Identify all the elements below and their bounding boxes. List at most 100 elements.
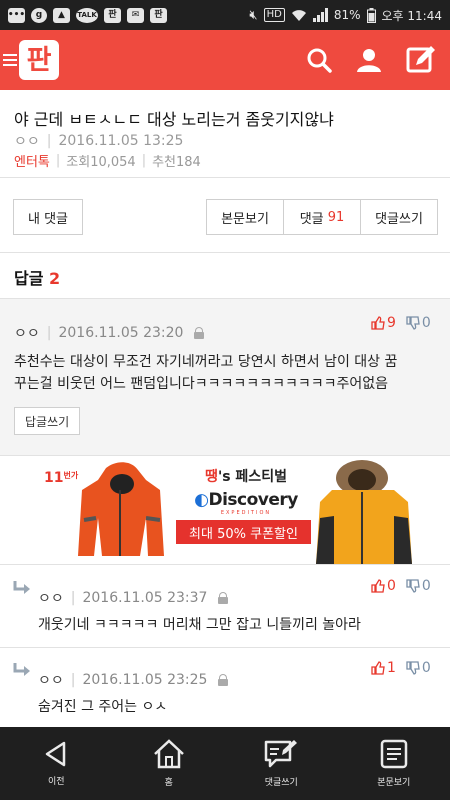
clock: 오후 11:44 [381, 8, 442, 23]
comment-body: 숨겨진 그 주어는 ㅇㅅ [38, 699, 168, 715]
document-icon [380, 739, 407, 769]
ad-banner[interactable]: 11번가 땡's 페스티벌 ◐Discovery EXPEDITION 최대 5… [0, 456, 450, 564]
nav-write-comment-label: 댓글쓰기 [264, 778, 298, 788]
comment-votes: 0 0 [371, 578, 431, 594]
upvote-button[interactable]: 1 [371, 660, 396, 676]
post-stats: 엔터톡 | 조회10,054 | 추천184 [14, 151, 201, 170]
upvote-count: 0 [387, 578, 396, 594]
comment-author[interactable]: ㅇㅇ [38, 588, 64, 608]
lock-icon [218, 674, 229, 686]
write-comment-button[interactable]: 댓글쓰기 [361, 200, 437, 234]
thumbs-down-icon [406, 316, 420, 330]
orange-jacket-image [78, 462, 164, 556]
post-title: 야 근데 ㅂㅌㅅㄴㄷ 대상 노리는거 좀웃기지않냐 [14, 110, 334, 129]
replies-header: 답글 2 [14, 265, 60, 289]
nav-back-label: 이전 [47, 777, 65, 787]
search-icon[interactable] [306, 47, 332, 73]
comment-author[interactable]: ㅇㅇ [38, 670, 64, 690]
view-post-button[interactable]: 본문보기 [207, 200, 284, 234]
upvote-button[interactable]: 0 [371, 578, 396, 594]
menu-icon[interactable] [3, 54, 17, 66]
nav-write-comment-button[interactable]: 댓글쓰기 [225, 727, 338, 800]
upvote-count: 1 [387, 660, 396, 676]
post-category[interactable]: 엔터톡 [14, 151, 50, 170]
post-action-buttons: 본문보기 댓글 91 댓글쓰기 [206, 199, 438, 235]
downvote-button[interactable]: 0 [406, 578, 431, 594]
comments-button[interactable]: 댓글 91 [284, 200, 361, 234]
status-bar: ••• g ▲ TALK 판 ✉ 판 🔇︎ HD 81% 오후 11:44 [0, 0, 450, 30]
ad-11-number: 11 [44, 470, 64, 486]
pan-icon-2: 판 [150, 7, 167, 23]
ad-11st-logo: 11번가 [44, 470, 78, 486]
comment-votes: 1 0 [371, 660, 431, 676]
nav-home-button[interactable]: 홈 [113, 727, 226, 800]
thumbs-up-icon [371, 661, 385, 675]
signal-icon [312, 8, 328, 22]
comment-meta: ㅇㅇ | 2016.11.05 23:25 [38, 670, 229, 690]
reply-arrow-icon [13, 581, 30, 594]
message-icon: ••• [8, 7, 25, 23]
ad-discovery-logo: ◐Discovery [194, 490, 298, 510]
downvote-button[interactable]: 0 [406, 660, 431, 676]
comment-datetime: 2016.11.05 23:37 [82, 590, 208, 606]
separator: | [46, 325, 52, 341]
comment-author[interactable]: ㅇㅇ [14, 323, 40, 343]
downvote-count: 0 [421, 660, 431, 676]
parent-comment: ㅇㅇ | 2016.11.05 23:20 9 0 추천수는 대상이 무조건 자… [0, 298, 450, 456]
wifi-icon [291, 9, 306, 21]
comment-meta: ㅇㅇ | 2016.11.05 23:37 [38, 588, 229, 608]
reply-arrow-icon [13, 663, 30, 676]
comment-meta: ㅇㅇ | 2016.11.05 23:20 [14, 323, 205, 343]
compose-icon[interactable] [406, 45, 436, 75]
separator: | [70, 672, 76, 688]
comment-line: 꾸는걸 비웃던 어느 팬덤입니다ㅋㅋㅋㅋㅋㅋㅋㅋㅋㅋㅋ주어없음 [14, 376, 388, 392]
comment-write-icon [265, 740, 298, 768]
g-icon: g [31, 7, 47, 23]
divider [0, 252, 450, 253]
comment-body: 개웃기네 ㅋㅋㅋㅋㅋ 머리채 그만 잡고 니들끼리 놀아라 [38, 617, 361, 633]
app-logo[interactable]: 판 [19, 40, 59, 80]
replies-label: 답글 [14, 269, 44, 288]
thumbs-up-icon [371, 579, 385, 593]
battery-percent: 81% [333, 8, 361, 22]
downvote-button[interactable]: 0 [406, 315, 431, 331]
sub-comment: ㅇㅇ | 2016.11.05 23:25 1 0 숨겨진 그 주어는 ㅇㅅ [0, 652, 450, 726]
yellow-jacket-image [316, 460, 412, 564]
comment-datetime: 2016.11.05 23:20 [58, 325, 184, 341]
reply-button[interactable]: 답글쓰기 [14, 407, 81, 435]
mail-icon: ✉ [127, 7, 144, 23]
downvote-count: 0 [421, 578, 431, 594]
upvote-button[interactable]: 9 [371, 315, 396, 331]
thumbs-down-icon [406, 579, 420, 593]
post-views: 조회10,054 [66, 155, 136, 170]
notification-icons: ••• g ▲ TALK 판 ✉ 판 [8, 7, 167, 23]
nav-back-button[interactable]: 이전 [0, 727, 113, 800]
separator: | [46, 133, 52, 149]
user-icon[interactable] [356, 47, 382, 73]
comment-body: 추천수는 대상이 무조건 자기네꺼라고 당연시 하면서 남이 대상 꿈 꾸는걸 … [14, 351, 397, 395]
separator: | [70, 590, 76, 606]
separator: | [141, 153, 147, 168]
comment-line: 추천수는 대상이 무조건 자기네꺼라고 당연시 하면서 남이 대상 꿈 [14, 354, 398, 370]
nav-view-post-label: 본문보기 [377, 778, 411, 788]
post-meta: ㅇㅇ | 2016.11.05 13:25 [14, 131, 183, 151]
thumbs-down-icon [406, 661, 420, 675]
ad-fest-s: 's 페스티벌 [217, 469, 287, 485]
post-author[interactable]: ㅇㅇ [14, 131, 40, 151]
my-comments-button[interactable]: 내 댓글 [13, 199, 83, 235]
thumbs-up-icon [371, 316, 385, 330]
image-icon: ▲ [53, 7, 70, 23]
lock-icon [218, 592, 229, 604]
ad-festival-title: 땡's 페스티벌 [176, 466, 316, 486]
divider [0, 177, 450, 178]
replies-count: 2 [49, 269, 61, 288]
ad-discovery-text: Discovery [208, 490, 298, 510]
talk-icon: TALK [76, 7, 98, 23]
nav-view-post-button[interactable]: 본문보기 [338, 727, 450, 800]
divider [0, 564, 450, 565]
upvote-count: 9 [387, 315, 396, 331]
sub-comment: ㅇㅇ | 2016.11.05 23:37 0 0 개웃기네 ㅋㅋㅋㅋㅋ 머리채… [0, 570, 450, 644]
lock-icon [194, 327, 205, 339]
mute-icon: 🔇︎ [249, 7, 258, 23]
battery-icon [366, 7, 376, 23]
